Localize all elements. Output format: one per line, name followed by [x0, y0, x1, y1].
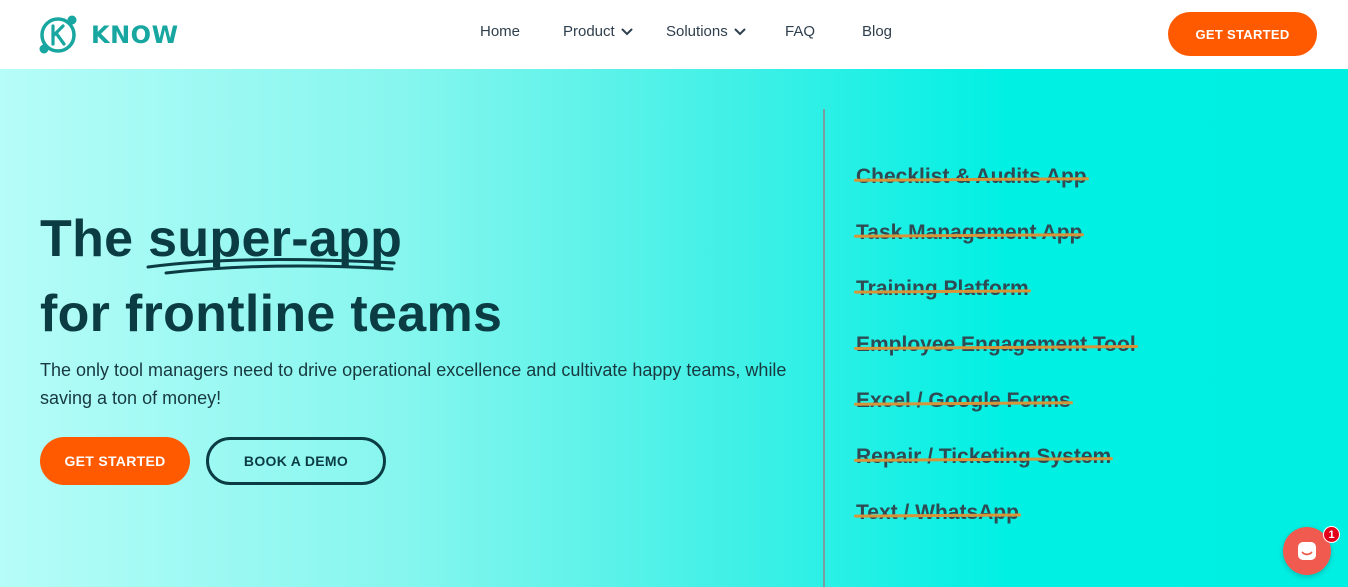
hero-subtitle: The only tool managers need to drive ope… [40, 360, 787, 408]
header-get-started-button[interactable]: GET STARTED [1168, 12, 1317, 56]
chat-badge: 1 [1323, 526, 1340, 543]
hero-title-line2: for frontline teams [40, 285, 503, 343]
chat-icon [1298, 542, 1316, 560]
nav-home-label: Home [480, 23, 521, 40]
chevron-down-icon [734, 28, 746, 35]
nav-solutions-label: Solutions [666, 23, 728, 40]
list-item: Training Platform [856, 277, 1136, 333]
logo-text: KNOW [91, 21, 179, 49]
replaced-tool-label: Repair / Ticketing System [856, 445, 1112, 468]
hero-section: The super-app for frontline teams The on… [0, 69, 1348, 587]
nav-home[interactable]: Home [480, 23, 520, 40]
list-item: Checklist & Audits App [856, 165, 1136, 221]
replaced-tool-label: Training Platform [856, 277, 1029, 300]
hero-title-highlight: super-app [146, 209, 402, 275]
list-item: Repair / Ticketing System [856, 445, 1136, 501]
list-item: Employee Engagement Tool [856, 333, 1136, 389]
nav-faq-label: FAQ [785, 23, 816, 40]
know-logo-icon [39, 15, 77, 54]
vertical-divider [823, 109, 825, 587]
list-item: Text / WhatsApp [856, 501, 1136, 557]
nav-solutions[interactable]: Solutions [666, 23, 746, 40]
nav-blog[interactable]: Blog [862, 23, 892, 40]
nav-product-label: Product [563, 23, 615, 40]
replaced-tool-label: Task Management App [856, 221, 1083, 244]
nav-blog-label: Blog [862, 23, 893, 40]
list-item: Excel / Google Forms [856, 389, 1136, 445]
hero-title-line1: The super-app [40, 209, 402, 275]
replaced-tool-label: Excel / Google Forms [856, 389, 1071, 412]
replaced-tool-label: Checklist & Audits App [856, 165, 1087, 188]
list-item: Task Management App [856, 221, 1136, 277]
replaced-tool-label: Employee Engagement Tool [856, 333, 1136, 356]
replaced-tools-list: Checklist & Audits App Task Management A… [856, 165, 1136, 557]
chevron-down-icon [621, 28, 633, 35]
site-header: KNOW Home Product Solutions FAQ Blog GET… [0, 0, 1348, 69]
replaced-tool-label: Text / WhatsApp [856, 501, 1019, 524]
nav-faq[interactable]: FAQ [785, 23, 815, 40]
book-demo-button[interactable]: BOOK A DEMO [206, 437, 386, 485]
underline-squiggle-icon [146, 258, 396, 275]
hero-get-started-button[interactable]: GET STARTED [40, 437, 190, 485]
nav-product[interactable]: Product [563, 23, 633, 40]
hero-title-part1: The [40, 210, 134, 268]
logo-link[interactable]: KNOW [34, 11, 179, 59]
